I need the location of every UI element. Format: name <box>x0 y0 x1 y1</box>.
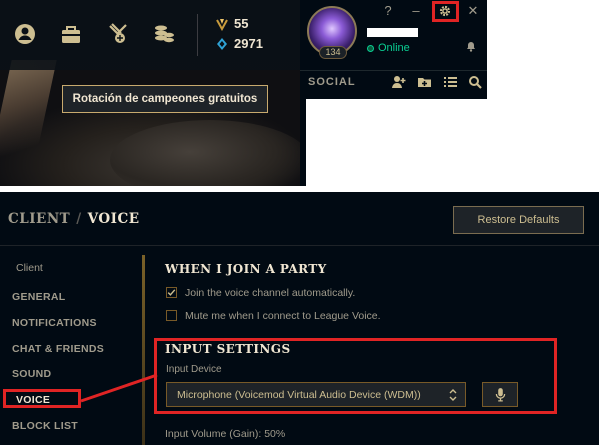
splash-claw <box>0 60 57 170</box>
settings-highlight <box>432 1 459 22</box>
sidebar-item-block-list[interactable]: BLOCK LIST <box>12 420 78 432</box>
list-view-icon[interactable] <box>443 75 458 89</box>
collection-icon[interactable] <box>59 22 83 46</box>
auto-join-checkbox[interactable] <box>166 287 177 298</box>
splash-shadow <box>110 120 300 186</box>
page-title: CLIENT / VOICE <box>8 211 140 227</box>
checkmark-icon <box>167 289 176 296</box>
close-button[interactable]: ✕ <box>464 3 482 19</box>
social-toolbar: SOCIAL <box>300 70 487 94</box>
summoner-level: 134 <box>319 46 347 59</box>
auto-join-label: Join the voice channel automatically. <box>185 287 356 299</box>
notifications-bell-icon[interactable] <box>465 40 477 52</box>
riot-points-balance: 2971 <box>216 36 263 51</box>
blue-essence-balance: 55 <box>216 16 248 31</box>
breadcrumb-page: VOICE <box>87 211 140 227</box>
status-text: Online <box>378 42 410 54</box>
main-navbar: 55 2971 <box>0 0 300 70</box>
minimize-button[interactable]: – <box>407 3 425 19</box>
blue-essence-value: 55 <box>234 16 249 31</box>
loot-icon[interactable] <box>106 22 130 46</box>
social-title: SOCIAL <box>308 76 356 88</box>
breadcrumb-section: CLIENT <box>8 211 71 227</box>
status-indicator[interactable]: Online <box>367 42 410 54</box>
sidebar-item-general[interactable]: GENERAL <box>12 291 65 303</box>
free-rotation-button[interactable]: Rotación de campeones gratuitos <box>62 85 268 113</box>
online-dot-icon <box>367 44 374 52</box>
add-folder-icon[interactable] <box>417 75 432 89</box>
party-section-title: WHEN I JOIN A PARTY <box>165 262 327 276</box>
mute-on-connect-checkbox[interactable] <box>166 310 177 321</box>
profile-icon[interactable] <box>13 22 37 46</box>
sidebar-heading: Client <box>16 262 43 274</box>
header-divider <box>0 245 599 246</box>
restore-defaults-button[interactable]: Restore Defaults <box>453 206 584 234</box>
blue-essence-icon <box>216 18 228 31</box>
voice-item-highlight <box>3 389 81 408</box>
riot-points-value: 2971 <box>234 36 263 51</box>
breadcrumb-separator: / <box>76 211 82 227</box>
sidebar-item-notifications[interactable]: NOTIFICATIONS <box>12 317 97 329</box>
riot-points-icon <box>217 37 227 50</box>
input-settings-highlight <box>154 338 557 414</box>
sidebar-item-sound[interactable]: SOUND <box>12 368 51 380</box>
friends-list[interactable] <box>306 99 487 186</box>
content-scroll-rail <box>142 255 145 445</box>
client-header: 55 2971 Rotación de campeones gratuitos … <box>0 0 599 186</box>
search-icon[interactable] <box>468 75 483 89</box>
mute-on-connect-label: Mute me when I connect to League Voice. <box>185 310 381 322</box>
store-icon[interactable] <box>152 22 176 46</box>
help-button[interactable]: ? <box>379 3 397 19</box>
sidebar-item-chat-friends[interactable]: CHAT & FRIENDS <box>12 343 104 355</box>
splash-art: 55 2971 Rotación de campeones gratuitos <box>0 0 300 186</box>
input-volume-label: Input Volume (Gain): 50% <box>165 428 286 440</box>
summoner-name-redacted <box>367 28 418 37</box>
nav-divider <box>197 14 198 56</box>
add-friend-icon[interactable] <box>391 75 406 89</box>
